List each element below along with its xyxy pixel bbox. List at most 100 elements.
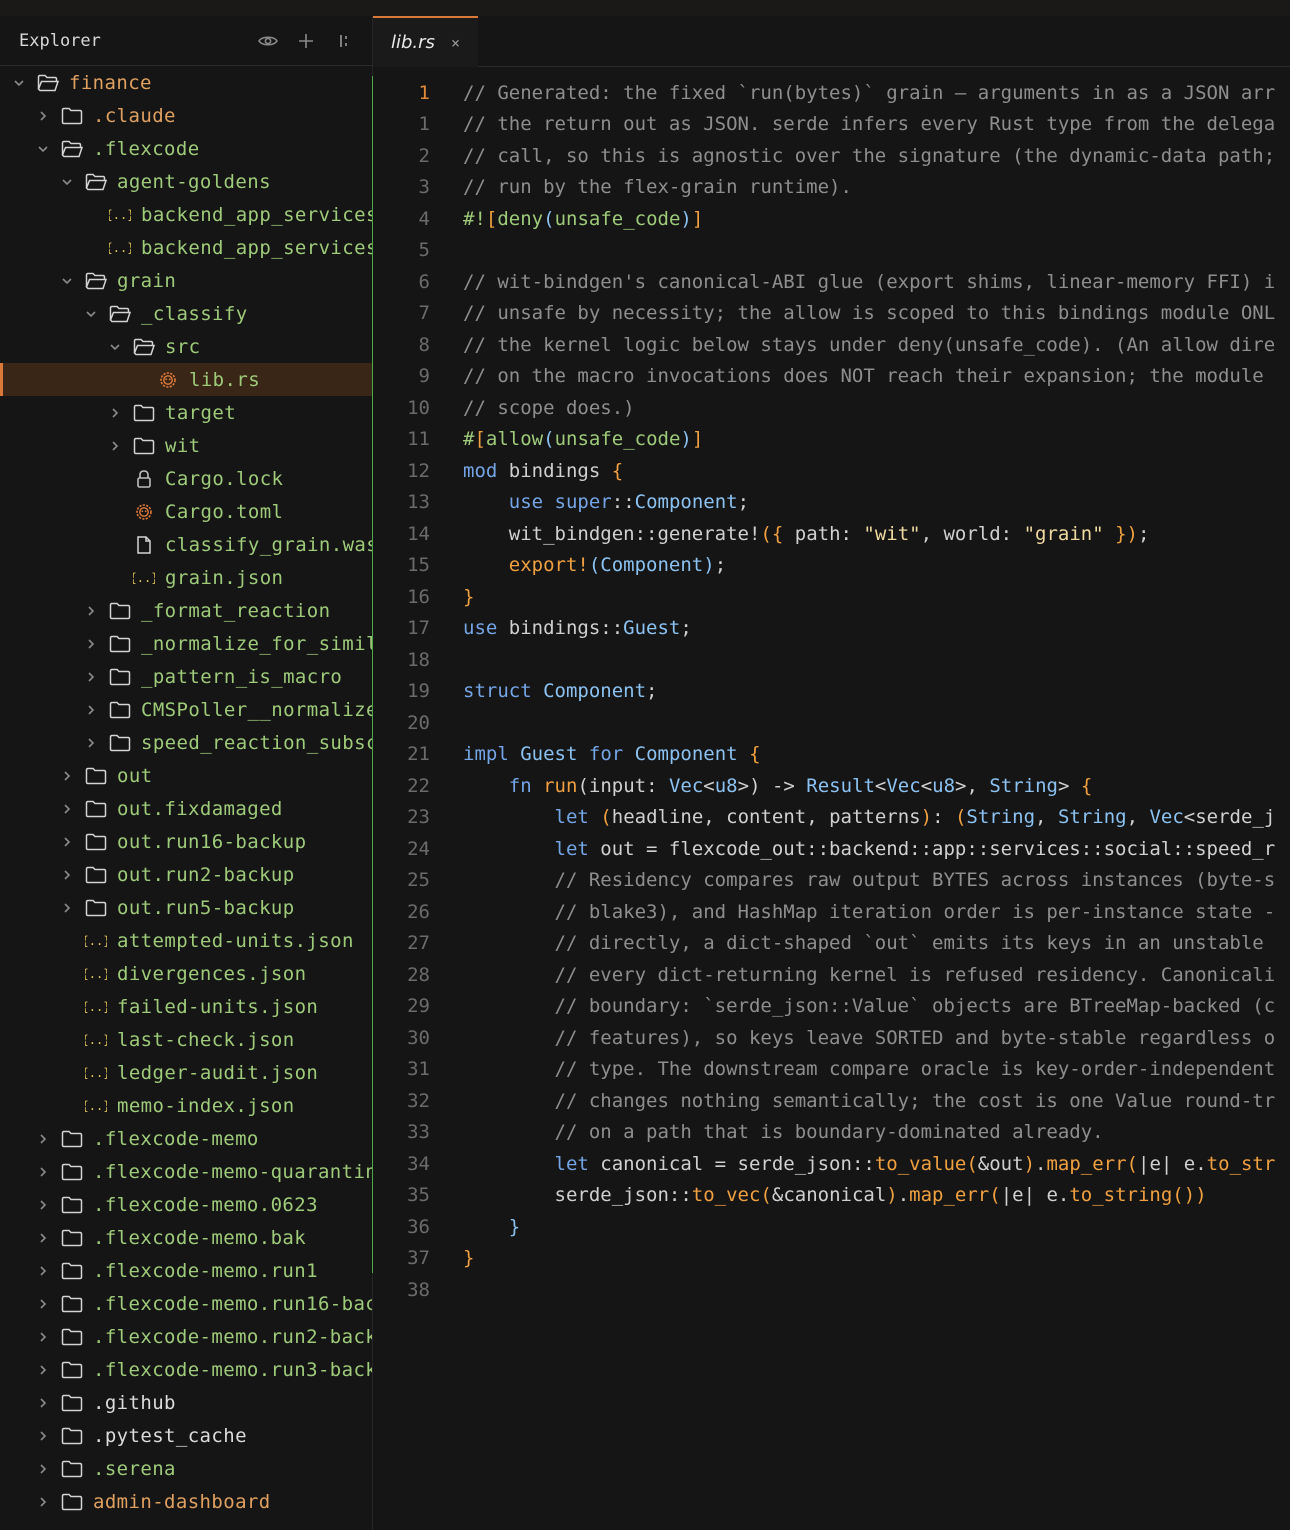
tree-folder-row[interactable]: out.run16-backup bbox=[0, 825, 372, 858]
chevron-right-icon[interactable] bbox=[37, 1397, 49, 1409]
window-top-strip bbox=[0, 0, 1290, 16]
eye-icon[interactable] bbox=[256, 29, 280, 53]
chevron-right-icon[interactable] bbox=[61, 869, 73, 881]
chevron-right-icon[interactable] bbox=[85, 638, 97, 650]
tree-file-row[interactable]: classify_grain.was bbox=[0, 528, 372, 561]
chevron-down-icon[interactable] bbox=[109, 341, 121, 353]
chevron-right-icon[interactable] bbox=[61, 836, 73, 848]
tree-folder-row[interactable]: speed_reaction_subsc bbox=[0, 726, 372, 759]
tree-folder-row[interactable]: .flexcode-memo.run16-bac bbox=[0, 1287, 372, 1320]
line-number: 8 bbox=[418, 333, 430, 356]
tab-lib-rs[interactable]: lib.rs × bbox=[373, 16, 478, 67]
tree-folder-row[interactable]: agent-goldens bbox=[0, 165, 372, 198]
tree-file-row[interactable]: {..} divergences.json bbox=[0, 957, 372, 990]
code-token: :: bbox=[611, 491, 635, 513]
chevron-right-icon[interactable] bbox=[61, 770, 73, 782]
code-line: 13 use super::Component; bbox=[373, 487, 1290, 518]
tree-file-row[interactable]: {..} attempted-units.json bbox=[0, 924, 372, 957]
tree-folder-row[interactable]: _normalize_for_simil bbox=[0, 627, 372, 660]
code-line: 4 #![deny(unsafe_code)] bbox=[373, 203, 1290, 234]
tree-file-row[interactable]: {..} backend_app_services bbox=[0, 231, 372, 264]
chevron-right-icon[interactable] bbox=[37, 1331, 49, 1343]
code-editor[interactable]: 1 // Generated: the fixed `run(bytes)` gr… bbox=[373, 67, 1290, 1530]
rust-file-icon bbox=[133, 502, 155, 522]
chevron-down-icon[interactable] bbox=[61, 176, 73, 188]
chevron-right-icon[interactable] bbox=[109, 440, 121, 452]
chevron-right-icon[interactable] bbox=[37, 110, 49, 122]
code-token: // Residency compares raw output BYTES a… bbox=[554, 869, 1276, 891]
new-file-icon[interactable] bbox=[294, 29, 318, 53]
tree-file-row[interactable]: lib.rs bbox=[0, 363, 372, 396]
chevron-down-icon[interactable] bbox=[61, 275, 73, 287]
chevron-right-icon[interactable] bbox=[37, 1265, 49, 1277]
tree-folder-row[interactable]: out.fixdamaged bbox=[0, 792, 372, 825]
tree-folder-row[interactable]: .flexcode bbox=[0, 132, 372, 165]
line-number: 38 bbox=[407, 1278, 430, 1301]
tree-file-row[interactable]: {..} ledger-audit.json bbox=[0, 1056, 372, 1089]
tree-folder-row[interactable]: .flexcode-memo.bak bbox=[0, 1221, 372, 1254]
tree-file-row[interactable]: {..} memo-index.json bbox=[0, 1089, 372, 1122]
tree-folder-row[interactable]: _classify bbox=[0, 297, 372, 330]
tree-folder-row[interactable]: .github bbox=[0, 1386, 372, 1419]
code-line: 33 // on a path that is boundary-dominat… bbox=[373, 1117, 1290, 1148]
chevron-right-icon[interactable] bbox=[109, 407, 121, 419]
chevron-right-icon[interactable] bbox=[85, 605, 97, 617]
tree-folder-row[interactable]: .flexcode-memo.run1 bbox=[0, 1254, 372, 1287]
chevron-down-icon[interactable] bbox=[13, 77, 25, 89]
code-text: // boundary: `serde_json::Value` objects… bbox=[463, 995, 1276, 1017]
tree-folder-row[interactable]: .flexcode-memo.run3-back bbox=[0, 1353, 372, 1386]
chevron-right-icon[interactable] bbox=[85, 737, 97, 749]
chevron-right-icon[interactable] bbox=[37, 1133, 49, 1145]
tree-folder-row[interactable]: _format_reaction bbox=[0, 594, 372, 627]
code-token: : bbox=[932, 806, 955, 828]
folder-icon bbox=[61, 106, 83, 126]
tree-folder-row[interactable]: .serena bbox=[0, 1452, 372, 1485]
code-line: 21 impl Guest for Component { bbox=[373, 739, 1290, 770]
tree-folder-row[interactable]: _pattern_is_macro bbox=[0, 660, 372, 693]
chevron-down-icon[interactable] bbox=[85, 308, 97, 320]
chevron-right-icon[interactable] bbox=[85, 671, 97, 683]
chevron-down-icon[interactable] bbox=[37, 143, 49, 155]
close-icon[interactable]: × bbox=[451, 34, 460, 52]
tree-folder-row[interactable]: .flexcode-memo-quarantin bbox=[0, 1155, 372, 1188]
line-number: 13 bbox=[407, 491, 430, 513]
chevron-right-icon[interactable] bbox=[37, 1496, 49, 1508]
tree-file-row[interactable]: Cargo.toml bbox=[0, 495, 372, 528]
tree-folder-row[interactable]: out.run5-backup bbox=[0, 891, 372, 924]
tree-folder-row[interactable]: out bbox=[0, 759, 372, 792]
tree-folder-row[interactable]: admin-dashboard bbox=[0, 1485, 372, 1518]
tree-file-row[interactable]: {..} failed-units.json bbox=[0, 990, 372, 1023]
tree-folder-row[interactable]: wit bbox=[0, 429, 372, 462]
tree-folder-row[interactable]: .flexcode-memo.0623 bbox=[0, 1188, 372, 1221]
chevron-right-icon[interactable] bbox=[37, 1166, 49, 1178]
tree-item-label: out.run16-backup bbox=[117, 830, 307, 853]
chevron-right-icon[interactable] bbox=[37, 1463, 49, 1475]
collapse-icon[interactable] bbox=[332, 29, 356, 53]
tree-folder-row[interactable]: out.run2-backup bbox=[0, 858, 372, 891]
chevron-right-icon[interactable] bbox=[37, 1298, 49, 1310]
tree-folder-row[interactable]: .flexcode-memo bbox=[0, 1122, 372, 1155]
chevron-right-icon[interactable] bbox=[61, 902, 73, 914]
chevron-right-icon[interactable] bbox=[85, 704, 97, 716]
tree-file-row[interactable]: {..} backend_app_services bbox=[0, 198, 372, 231]
chevron-right-icon[interactable] bbox=[37, 1364, 49, 1376]
chevron-right-icon[interactable] bbox=[61, 803, 73, 815]
tree-file-row[interactable]: Cargo.lock bbox=[0, 462, 372, 495]
tree-folder-row[interactable]: grain bbox=[0, 264, 372, 297]
tree-folder-row[interactable]: CMSPoller__normalize bbox=[0, 693, 372, 726]
folder-icon bbox=[109, 634, 131, 654]
chevron-right-icon[interactable] bbox=[37, 1232, 49, 1244]
tree-folder-row[interactable]: .flexcode-memo.run2-back bbox=[0, 1320, 372, 1353]
code-token: ; bbox=[737, 491, 750, 513]
chevron-right-icon[interactable] bbox=[37, 1199, 49, 1211]
tree-folder-row[interactable]: target bbox=[0, 396, 372, 429]
tree-file-row[interactable]: {..} grain.json bbox=[0, 561, 372, 594]
chevron-right-icon[interactable] bbox=[37, 1430, 49, 1442]
tree-folder-row[interactable]: finance bbox=[0, 66, 372, 99]
tree-file-row[interactable]: {..} last-check.json bbox=[0, 1023, 372, 1056]
tree-folder-row[interactable]: .pytest_cache bbox=[0, 1419, 372, 1452]
tree-folder-row[interactable]: src bbox=[0, 330, 372, 363]
tree-folder-row[interactable]: .claude bbox=[0, 99, 372, 132]
